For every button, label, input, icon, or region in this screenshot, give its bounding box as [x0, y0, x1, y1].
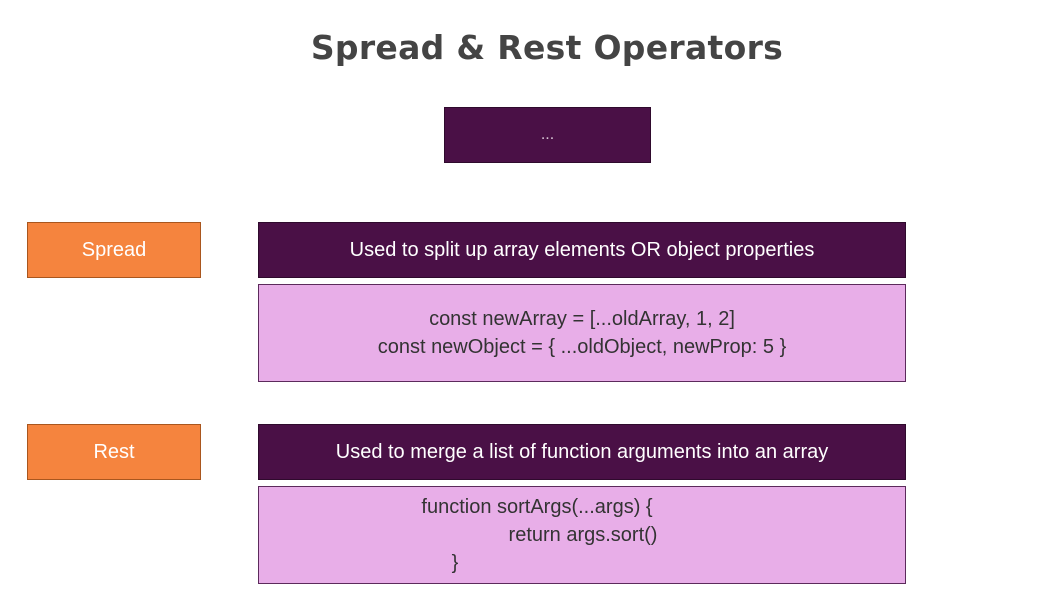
operator-symbol: ...: [540, 126, 555, 143]
spread-code-line: const newObject = { ...oldObject, newPro…: [377, 336, 787, 358]
rest-description-box: Used to merge a list of function argumen…: [258, 424, 906, 480]
spread-code-line: const newArray = [...oldArray, 1, 2]: [429, 308, 735, 330]
spread-label-box: Spread: [27, 222, 201, 278]
spread-description: Used to split up array elements OR objec…: [349, 238, 815, 261]
rest-label-box: Rest: [27, 424, 201, 480]
rest-description: Used to merge a list of function argumen…: [335, 440, 829, 463]
rest-label: Rest: [93, 440, 135, 463]
rest-code-line: }: [451, 552, 459, 574]
rest-code-line: return args.sort(): [508, 524, 658, 546]
page-title: Spread & Rest Operators: [310, 28, 784, 67]
operator-box: ...: [444, 107, 651, 163]
rest-code-box: function sortArgs(...args) { return args…: [258, 486, 906, 584]
spread-description-box: Used to split up array elements OR objec…: [258, 222, 906, 278]
spread-label: Spread: [81, 238, 147, 261]
rest-code-line: function sortArgs(...args) {: [421, 496, 653, 518]
spread-code-box: const newArray = [...oldArray, 1, 2] con…: [258, 284, 906, 382]
